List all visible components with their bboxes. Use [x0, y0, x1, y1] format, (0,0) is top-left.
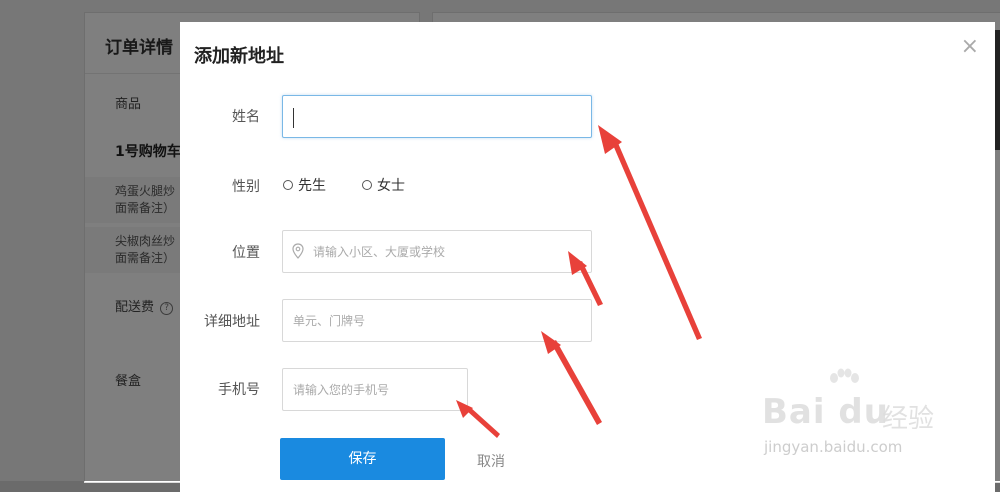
name-input[interactable]: [282, 95, 592, 138]
detail-address-input[interactable]: [282, 299, 592, 342]
phone-label: 手机号: [218, 382, 260, 398]
location-label: 位置: [232, 245, 260, 261]
phone-input[interactable]: [282, 368, 468, 411]
save-button[interactable]: 保存: [280, 438, 445, 480]
text-cursor: [293, 108, 294, 128]
gender-label: 性别: [232, 179, 260, 195]
radio-circle[interactable]: [362, 180, 372, 190]
modal-title: 添加新地址: [194, 46, 284, 67]
radio-circle[interactable]: [283, 180, 293, 190]
gender-radio-ms[interactable]: 女士: [362, 175, 405, 195]
gender-radio-mr[interactable]: 先生: [283, 175, 326, 195]
map-pin-icon: [292, 243, 304, 259]
detail-address-label: 详细地址: [204, 314, 260, 330]
close-icon[interactable]: ×: [961, 34, 979, 59]
name-label: 姓名: [232, 109, 260, 125]
location-input[interactable]: [282, 230, 592, 273]
cancel-button[interactable]: 取消: [477, 451, 505, 471]
add-address-modal: 添加新地址 × 姓名 性别 先生 女士 位置 详细地址 手机号 保存 取消: [180, 22, 995, 492]
